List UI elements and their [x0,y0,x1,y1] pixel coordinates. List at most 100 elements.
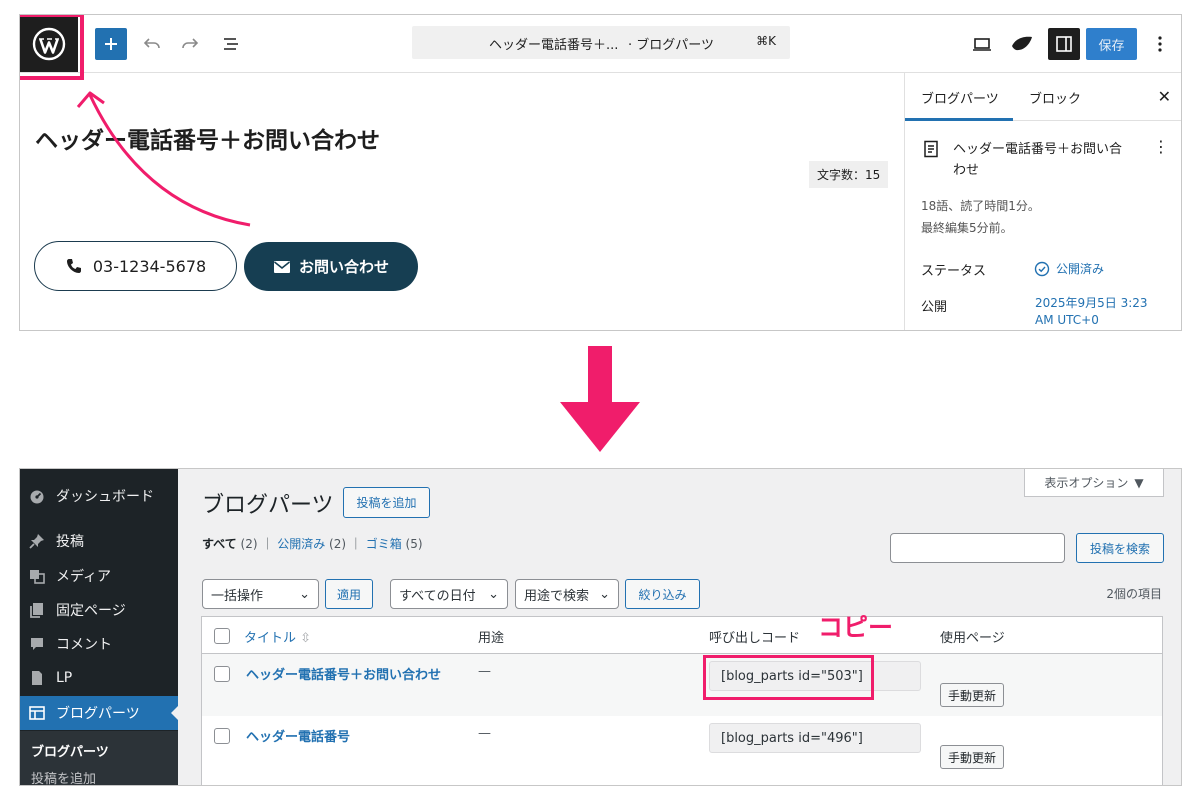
bulk-action-select[interactable]: 一括操作 ⌄ [202,579,319,609]
view-trash[interactable]: ゴミ箱 [366,537,402,551]
menu-item-media[interactable]: メディア [20,559,178,593]
document-overview-button[interactable] [217,30,245,58]
row-use: — [478,664,491,679]
publish-label: 公開 [921,300,948,315]
use-filter-select[interactable]: 用途で検索 ⌄ [515,579,619,609]
page-title: ブログパーツ [202,493,334,518]
command-bar-post-type: · ブログパーツ [628,38,715,53]
phone-button-block[interactable]: 03-1234-5678 [34,241,237,291]
blog-parts-table: タイトル ⇳ 用途 呼び出しコード 使用ページ ヘッダー電話番号＋お問い合わせ … [201,616,1163,785]
menu-label: 投稿 [56,534,84,550]
menu-item-posts[interactable]: 投稿 [20,524,178,558]
admin-sidebar-menu: ダッシュボード 投稿 メディア 固定ページ コメント LP ブログパーツ ブログ… [20,469,179,785]
search-posts-button[interactable]: 投稿を検索 [1076,533,1164,563]
document-icon [924,140,938,158]
submenu-add-new[interactable]: 投稿を追加 [31,768,96,785]
menu-label: コメント [56,637,112,653]
menu-label: ダッシュボード [56,489,154,505]
menu-item-lp[interactable]: LP [20,661,178,695]
add-block-button[interactable] [95,28,127,60]
chevron-down-icon: ⌄ [599,586,610,602]
view-all[interactable]: すべて [202,537,237,551]
row-use: — [478,726,491,741]
styles-icon [1012,36,1032,51]
blog-parts-submenu: ブログパーツ 投稿を追加 [20,731,178,785]
tab-block[interactable]: ブロック [1029,88,1081,107]
pages-icon [28,602,46,618]
menu-label: 固定ページ [56,603,126,619]
contact-label: お問い合わせ [298,258,389,276]
column-title[interactable]: タイトル ⇳ [244,627,311,646]
document-actions-icon[interactable]: ⋮ [1153,137,1169,156]
row-checkbox[interactable] [214,728,230,744]
settings-toggle-button[interactable] [1048,28,1080,60]
apply-button[interactable]: 適用 [325,579,373,609]
word-reading-time: 18語、読了時間1分。 [921,199,1040,213]
row-checkbox[interactable] [214,666,230,682]
admin-screen: ダッシュボード 投稿 メディア 固定ページ コメント LP ブログパーツ ブログ… [19,468,1182,786]
table-header: タイトル ⇳ 用途 呼び出しコード 使用ページ [202,617,1162,654]
comment-icon [28,636,46,652]
manual-update-button[interactable]: 手動更新 [940,745,1005,769]
manual-update-button[interactable]: 手動更新 [940,683,1005,707]
filter-button[interactable]: 絞り込み [625,579,700,609]
list-view-icon [224,38,238,50]
table-row: ヘッダー電話番号＋お問い合わせ — [blog_parts id="503"] … [202,654,1162,716]
menu-label: LP [56,670,73,686]
page-icon [28,670,46,686]
row-title-link[interactable]: ヘッダー電話番号＋お問い合わせ [246,664,441,683]
command-bar-title: ヘッダー電話番号＋... [489,38,619,53]
view-published[interactable]: 公開済み [277,537,325,551]
logo-highlight-frame [20,15,84,80]
plus-icon [105,38,117,50]
current-menu-pointer [171,705,179,721]
use-filter-value: 用途で検索 [524,588,590,604]
menu-label: メディア [56,569,112,585]
tab-blog-parts[interactable]: ブログパーツ [921,88,999,107]
phone-number: 03-1234-5678 [92,256,207,276]
more-vertical-icon [1158,36,1162,52]
mail-icon [273,260,290,273]
submenu-blog-parts[interactable]: ブログパーツ [31,741,109,760]
options-menu-button[interactable] [1146,30,1174,58]
editor-toolbar: ヘッダー電話番号＋... · ブログパーツ ⌘K 保存 [20,15,1181,73]
menu-item-dashboard[interactable]: ダッシュボード [20,479,178,513]
close-sidebar-icon[interactable]: ✕ [1158,87,1171,106]
pin-icon [28,533,46,549]
styles-button[interactable] [1008,30,1036,58]
bulk-action-value: 一括操作 [211,588,264,604]
menu-item-blog-parts[interactable]: ブログパーツ [20,696,179,730]
redo-button[interactable] [176,30,204,58]
command-palette-bar[interactable]: ヘッダー電話番号＋... · ブログパーツ ⌘K [412,26,790,59]
status-views: すべて (2) ｜ 公開済み (2) ｜ ゴミ箱 (5) [202,537,423,551]
desktop-icon [973,38,991,51]
row-shortcode[interactable]: [blog_parts id="496"] [709,723,921,753]
preview-button[interactable] [968,30,996,58]
chevron-down-icon: ⌄ [488,586,499,602]
row-title-link[interactable]: ヘッダー電話番号 [246,726,350,745]
shortcode-highlight-frame [703,655,874,700]
save-button[interactable]: 保存 [1086,28,1137,60]
add-new-button[interactable]: 投稿を追加 [343,487,430,518]
settings-sidebar: ブログパーツ ブロック ✕ ヘッダー電話番号＋お問い合わせ ⋮ 18語、読了時間… [904,73,1181,330]
word-count-badge: 文字数：15 [809,161,889,188]
status-value: 公開済み [1056,262,1105,276]
search-input[interactable] [890,533,1065,563]
undo-button[interactable] [138,30,166,58]
screen-options-label: 表示オプション [1044,476,1129,490]
view-all-count: (2) [240,537,258,551]
date-filter-select[interactable]: すべての日付 ⌄ [390,579,508,609]
contact-button-block[interactable]: お問い合わせ [244,242,418,291]
copy-annotation: コピー [818,613,894,642]
curved-arrow-annotation [76,91,251,227]
screen-options-button[interactable]: 表示オプション ▼ [1024,469,1164,497]
status-value-button[interactable]: 公開済み [1034,260,1104,277]
redo-icon [182,38,199,49]
publish-date-button[interactable]: 2025年9月5日 3:23 AM UTC+0 [1035,295,1165,329]
menu-item-pages[interactable]: 固定ページ [20,593,178,627]
select-all-checkbox[interactable] [214,628,230,644]
last-edited: 最終編集5分前。 [921,221,1013,235]
menu-item-comments[interactable]: コメント [20,627,178,661]
command-bar-shortcut: ⌘K [756,34,776,48]
sidebar-tabs: ブログパーツ ブロック ✕ [905,73,1181,121]
